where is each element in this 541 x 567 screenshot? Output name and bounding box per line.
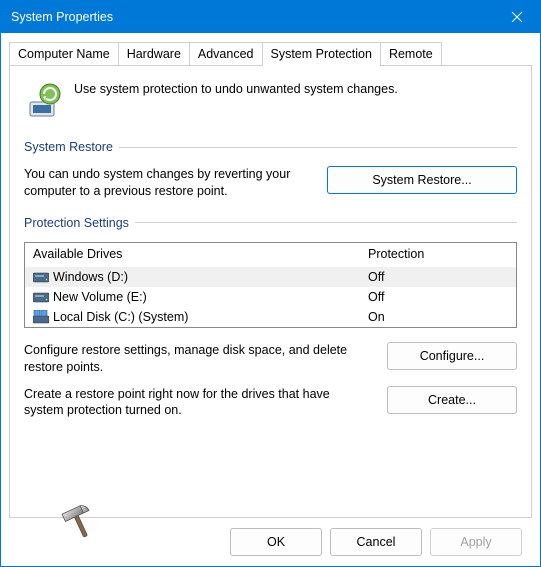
- drive-status: Off: [368, 270, 508, 284]
- titlebar: System Properties: [1, 1, 540, 33]
- drive-name: New Volume (E:): [53, 290, 147, 304]
- tab-page: Use system protection to undo unwanted s…: [9, 65, 532, 518]
- apply-button[interactable]: Apply: [430, 528, 522, 556]
- tab-computer-name[interactable]: Computer Name: [9, 42, 119, 65]
- drives-header: Available Drives Protection: [25, 243, 516, 267]
- cancel-button[interactable]: Cancel: [330, 528, 422, 556]
- drive-row[interactable]: Local Disk (C:) (System) On: [25, 307, 516, 327]
- restore-description: You can undo system changes by reverting…: [24, 166, 311, 200]
- close-button[interactable]: [494, 1, 540, 33]
- tab-system-protection[interactable]: System Protection: [262, 42, 381, 66]
- drive-icon: [33, 310, 49, 324]
- group-protection-settings: Protection Settings Available Drives Pro…: [24, 216, 517, 420]
- drive-name: Windows (D:): [53, 270, 128, 284]
- drive-status: On: [368, 310, 508, 324]
- tab-remote[interactable]: Remote: [380, 42, 442, 65]
- divider: [135, 222, 517, 223]
- drive-row[interactable]: New Volume (E:) Off: [25, 287, 516, 307]
- drive-row[interactable]: Windows (D:) Off: [25, 267, 516, 287]
- system-restore-button[interactable]: System Restore...: [327, 166, 517, 194]
- configure-button[interactable]: Configure...: [387, 342, 517, 370]
- system-properties-window: System Properties Computer Name Hardware…: [0, 0, 541, 567]
- header-protection: Protection: [368, 247, 508, 261]
- group-system-restore: System Restore You can undo system chang…: [24, 140, 517, 200]
- window-title: System Properties: [11, 10, 494, 24]
- ok-button[interactable]: OK: [230, 528, 322, 556]
- intro-text: Use system protection to undo unwanted s…: [74, 80, 398, 120]
- client-area: Computer Name Hardware Advanced System P…: [1, 33, 540, 566]
- close-icon: [511, 11, 523, 23]
- divider: [119, 147, 517, 148]
- group-title-protection: Protection Settings: [24, 216, 129, 230]
- create-description: Create a restore point right now for the…: [24, 386, 371, 420]
- configure-description: Configure restore settings, manage disk …: [24, 342, 371, 376]
- drive-icon: [33, 290, 49, 304]
- tab-advanced[interactable]: Advanced: [189, 42, 263, 65]
- drives-list[interactable]: Available Drives Protection Windows (D:)…: [24, 242, 517, 328]
- drive-icon: [33, 270, 49, 284]
- tab-strip: Computer Name Hardware Advanced System P…: [9, 41, 532, 65]
- header-available-drives: Available Drives: [33, 247, 368, 261]
- intro-row: Use system protection to undo unwanted s…: [24, 80, 517, 120]
- tab-hardware[interactable]: Hardware: [118, 42, 190, 65]
- drive-status: Off: [368, 290, 508, 304]
- system-protection-icon: [24, 80, 64, 120]
- group-title-restore: System Restore: [24, 140, 113, 154]
- dialog-footer: OK Cancel Apply: [9, 518, 532, 566]
- drive-name: Local Disk (C:) (System): [53, 310, 188, 324]
- create-button[interactable]: Create...: [387, 386, 517, 414]
